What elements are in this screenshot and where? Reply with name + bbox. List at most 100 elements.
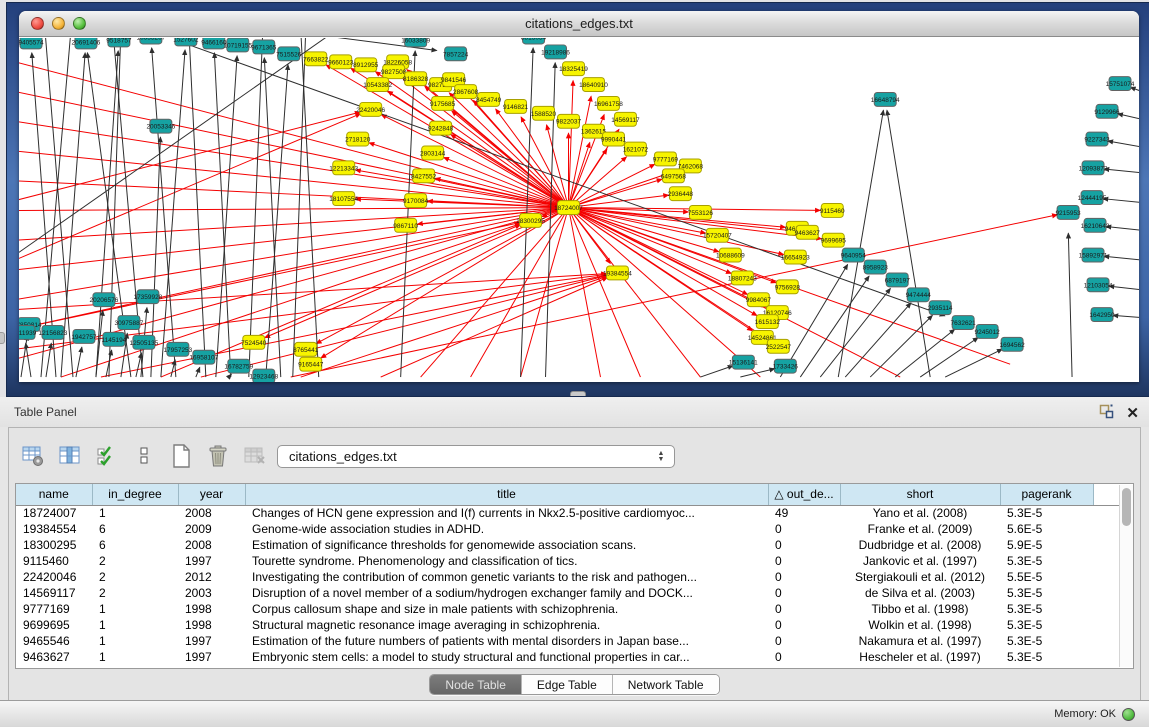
network-node[interactable]: 12156823 — [39, 325, 68, 339]
column-header-title[interactable]: title — [245, 484, 768, 505]
table-cell[interactable]: Dudbridge et al. (2008) — [840, 537, 1000, 553]
table-row[interactable]: 946362711997Embryonic stem cells: a mode… — [16, 649, 1120, 665]
network-node[interactable]: 9175685 — [430, 96, 456, 110]
memory-status-dot[interactable] — [1122, 708, 1135, 721]
network-node[interactable]: 9242848 — [428, 121, 454, 135]
network-node[interactable]: 19218986 — [541, 45, 570, 59]
network-node[interactable]: 9867110 — [393, 218, 418, 232]
table-cell[interactable]: 2008 — [178, 505, 245, 521]
table-cell[interactable]: 2 — [92, 569, 178, 585]
table-cell[interactable]: 6 — [92, 537, 178, 553]
table-row[interactable]: 969969511998Structural magnetic resonanc… — [16, 617, 1120, 633]
table-cell[interactable]: 9463627 — [16, 649, 92, 665]
network-node[interactable]: 9129966 — [1094, 104, 1120, 118]
network-node[interactable]: 2935114 — [928, 301, 953, 315]
table-row[interactable]: 1938455462009Genome-wide association stu… — [16, 521, 1120, 537]
network-node[interactable]: 8765441 — [293, 342, 319, 356]
network-node[interactable]: 2718120 — [345, 132, 371, 146]
network-node[interactable]: 15892971 — [1079, 248, 1108, 262]
table-row[interactable]: 946554611997Estimation of the future num… — [16, 633, 1120, 649]
table-cell[interactable]: 18724007 — [16, 505, 92, 521]
network-node[interactable]: 7663822 — [303, 52, 329, 66]
network-node[interactable]: 9245012 — [975, 325, 1001, 339]
table-cell[interactable]: 5.9E-5 — [1000, 537, 1093, 553]
table-cell[interactable]: 9699695 — [16, 617, 92, 633]
network-node[interactable]: 9463627 — [795, 225, 821, 239]
network-svg[interactable]: 9405574206914069518757106532671527602946… — [19, 38, 1139, 382]
table-cell[interactable]: 1998 — [178, 601, 245, 617]
table-cell[interactable]: 0 — [768, 633, 840, 649]
table-cell[interactable]: 5.3E-5 — [1000, 633, 1093, 649]
network-node[interactable]: 1527602 — [173, 38, 199, 46]
network-node[interactable]: 8186328 — [403, 72, 429, 86]
table-cell[interactable]: 2 — [92, 553, 178, 569]
network-node[interactable]: 16958107 — [189, 350, 218, 364]
network-node[interactable]: 8912955 — [353, 58, 379, 72]
control-panel-edge-handle[interactable] — [0, 332, 5, 344]
table-cell[interactable]: Franke et al. (2009) — [840, 521, 1000, 537]
network-node[interactable]: 1642950 — [1089, 308, 1115, 322]
network-node[interactable]: 18724007 — [554, 201, 583, 215]
table-row[interactable]: 911546021997Tourette syndrome. Phenomeno… — [16, 553, 1120, 569]
column-header-short[interactable]: short — [840, 484, 1000, 505]
table-cell[interactable]: 22420046 — [16, 569, 92, 585]
network-node[interactable]: 9756928 — [775, 280, 801, 294]
column-header-in-degree[interactable]: in_degree — [92, 484, 178, 505]
table-cell[interactable]: 2 — [92, 585, 178, 601]
table-cell[interactable]: 5.3E-5 — [1000, 585, 1093, 601]
table-cell[interactable]: Wolkin et al. (1998) — [840, 617, 1000, 633]
network-node[interactable]: 19384554 — [603, 266, 632, 280]
network-node[interactable]: 9671365 — [251, 40, 277, 54]
table-cell[interactable]: 0 — [768, 585, 840, 601]
table-cell[interactable]: 0 — [768, 601, 840, 617]
table-cell[interactable]: 14569117 — [16, 585, 92, 601]
network-node[interactable]: 9660123 — [328, 55, 354, 69]
network-node[interactable]: 17359928 — [133, 290, 162, 304]
table-cell[interactable]: 1 — [92, 617, 178, 633]
network-node[interactable]: 9640954 — [841, 248, 867, 262]
table-selector-dropdown[interactable]: citations_edges.txt ▲▼ — [277, 445, 675, 468]
network-node[interactable]: 1621072 — [623, 142, 649, 156]
table-cell[interactable]: 1 — [92, 633, 178, 649]
network-node[interactable]: 20053346 — [146, 119, 175, 133]
network-node[interactable]: 12103054 — [1084, 278, 1113, 292]
network-node[interactable]: 16210643 — [1081, 218, 1110, 232]
network-node[interactable]: 18807243 — [728, 271, 757, 285]
network-node[interactable]: 9990441 — [601, 132, 627, 146]
table-cell[interactable]: 5.5E-5 — [1000, 569, 1093, 585]
network-node[interactable]: 1942757 — [71, 329, 97, 343]
table-cell[interactable]: Hescheler et al. (1997) — [840, 649, 1000, 665]
table-cell[interactable]: Corpus callosum shape and size in male p… — [245, 601, 768, 617]
table-cell[interactable]: Structural magnetic resonance image aver… — [245, 617, 768, 633]
network-node[interactable]: 2522547 — [766, 339, 792, 353]
network-node[interactable]: 10653267 — [136, 38, 165, 44]
network-node[interactable]: 16033809 — [401, 38, 430, 47]
network-node[interactable]: 1588520 — [531, 106, 557, 120]
table-cell[interactable]: 9115460 — [16, 553, 92, 569]
network-node[interactable]: 7632621 — [951, 316, 977, 330]
table-cell[interactable]: 2008 — [178, 537, 245, 553]
network-node[interactable]: 6497568 — [661, 169, 687, 183]
table-cell[interactable]: 1997 — [178, 553, 245, 569]
table-cell[interactable]: Yano et al. (2008) — [840, 505, 1000, 521]
rows-icon[interactable] — [132, 444, 156, 468]
float-panel-icon[interactable] — [1098, 403, 1114, 424]
table-cell[interactable]: 9777169 — [16, 601, 92, 617]
network-node[interactable]: 7553126 — [688, 206, 714, 220]
network-node[interactable]: 9170084 — [403, 194, 429, 208]
row-selection-icon[interactable] — [95, 444, 119, 468]
network-node[interactable]: 9699695 — [821, 233, 847, 247]
table-cell[interactable]: 0 — [768, 617, 840, 633]
table-cell[interactable]: 5.6E-5 — [1000, 521, 1093, 537]
network-node[interactable]: 7524540 — [241, 335, 267, 349]
network-node[interactable]: 22420046 — [356, 102, 385, 116]
table-cell[interactable]: 49 — [768, 505, 840, 521]
network-node[interactable]: 10719155 — [223, 38, 252, 52]
table-cell[interactable]: 18300295 — [16, 537, 92, 553]
table-cell[interactable]: 19384554 — [16, 521, 92, 537]
table-cell[interactable]: 9465546 — [16, 633, 92, 649]
tab-edge-table[interactable]: Edge Table — [522, 675, 613, 694]
table-cell[interactable]: 6 — [92, 521, 178, 537]
network-node[interactable]: 7857224 — [443, 47, 469, 61]
table-cell[interactable]: 1 — [92, 601, 178, 617]
